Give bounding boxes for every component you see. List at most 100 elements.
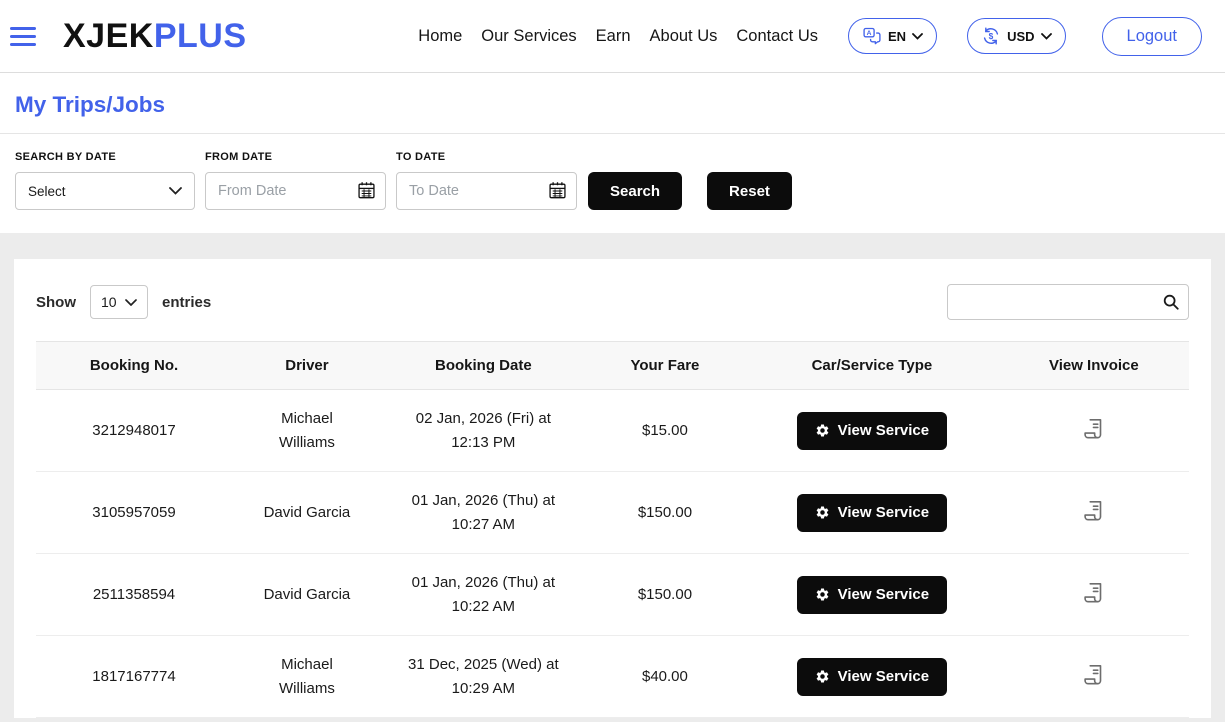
from-date-group: FROM DATE	[205, 151, 386, 210]
calendar-icon[interactable]	[356, 180, 377, 201]
to-date-group: TO DATE	[396, 151, 577, 210]
view-invoice-button[interactable]	[1079, 414, 1109, 447]
header-your-fare: Your Fare	[585, 342, 745, 390]
gear-icon	[815, 505, 830, 520]
language-dropdown[interactable]: A EN	[848, 18, 937, 54]
svg-text:A: A	[867, 30, 872, 37]
cell-booking-date: 02 Jan, 2026 (Fri) at 12:13 PM	[382, 390, 585, 472]
gear-icon	[815, 669, 830, 684]
chevron-down-icon	[125, 299, 137, 306]
nav-contact-us[interactable]: Contact Us	[736, 27, 818, 46]
translate-icon: A	[862, 26, 882, 46]
view-service-button[interactable]: View Service	[797, 658, 947, 696]
cell-invoice	[999, 472, 1189, 554]
cell-service: View Service	[745, 554, 999, 636]
view-invoice-button[interactable]	[1079, 660, 1109, 693]
cell-booking-date: 01 Jan, 2026 (Thu) at 10:27 AM	[382, 472, 585, 554]
cell-driver: Michael Williams	[232, 636, 382, 718]
view-service-button[interactable]: View Service	[797, 576, 947, 614]
view-service-label: View Service	[838, 504, 929, 521]
cell-invoice	[999, 636, 1189, 718]
header-booking-date: Booking Date	[382, 342, 585, 390]
invoice-receipt-icon	[1081, 580, 1107, 606]
main-nav: Home Our Services Earn About Us Contact …	[418, 17, 1202, 56]
cell-booking-no: 2511358594	[36, 554, 232, 636]
logo-text-xjek: XJEK	[63, 17, 154, 56]
cell-booking-no: 1817167774	[36, 636, 232, 718]
logo-text-plus: PLUS	[154, 17, 247, 56]
top-navigation-bar: XJEKPLUS Home Our Services Earn About Us…	[0, 0, 1225, 73]
cell-booking-date: 31 Dec, 2025 (Wed) at 10:29 AM	[382, 636, 585, 718]
table-search-input[interactable]	[947, 284, 1189, 320]
view-service-label: View Service	[838, 668, 929, 685]
nav-home[interactable]: Home	[418, 27, 462, 46]
to-date-label: TO DATE	[396, 151, 577, 163]
search-by-date-select[interactable]: Select	[15, 172, 195, 210]
chevron-down-icon	[1041, 33, 1052, 40]
svg-text:$: $	[989, 31, 994, 41]
search-by-date-label: SEARCH BY DATE	[15, 151, 195, 163]
cell-driver: David Garcia	[232, 554, 382, 636]
cell-booking-no: 3212948017	[36, 390, 232, 472]
page-title-section: My Trips/Jobs	[0, 73, 1225, 134]
search-icon	[1162, 293, 1180, 311]
currency-exchange-icon: $	[981, 26, 1001, 46]
view-service-button[interactable]: View Service	[797, 494, 947, 532]
cell-invoice	[999, 390, 1189, 472]
header-car-service-type: Car/Service Type	[745, 342, 999, 390]
chevron-down-icon	[169, 187, 182, 195]
search-by-date-selected-value: Select	[28, 184, 66, 199]
search-by-date-group: SEARCH BY DATE Select	[15, 151, 195, 210]
page-size-value: 10	[101, 294, 117, 310]
hamburger-menu-icon[interactable]	[10, 27, 36, 46]
invoice-receipt-icon	[1081, 416, 1107, 442]
gear-icon	[815, 587, 830, 602]
from-date-label: FROM DATE	[205, 151, 386, 163]
cell-invoice	[999, 554, 1189, 636]
logout-button[interactable]: Logout	[1102, 17, 1202, 56]
cell-service: View Service	[745, 390, 999, 472]
cell-booking-no: 3105957059	[36, 472, 232, 554]
currency-dropdown[interactable]: $ USD	[967, 18, 1065, 54]
reset-button[interactable]: Reset	[707, 172, 792, 210]
table-row: 2511358594 David Garcia 01 Jan, 2026 (Th…	[36, 554, 1189, 636]
table-header-row: Booking No. Driver Booking Date Your Far…	[36, 342, 1189, 390]
trips-table-card: Show 10 entries Booking No. Driver Booki…	[14, 259, 1211, 718]
nav-earn[interactable]: Earn	[596, 27, 631, 46]
invoice-receipt-icon	[1081, 662, 1107, 688]
calendar-icon[interactable]	[547, 180, 568, 201]
view-invoice-button[interactable]	[1079, 578, 1109, 611]
nav-our-services[interactable]: Our Services	[481, 27, 576, 46]
search-button[interactable]: Search	[588, 172, 682, 210]
view-invoice-button[interactable]	[1079, 496, 1109, 529]
trips-table: Booking No. Driver Booking Date Your Far…	[36, 341, 1189, 718]
gear-icon	[815, 423, 830, 438]
table-row: 1817167774 Michael Williams 31 Dec, 2025…	[36, 636, 1189, 718]
view-service-label: View Service	[838, 422, 929, 439]
cell-fare: $150.00	[585, 472, 745, 554]
trip-filters: SEARCH BY DATE Select FROM DATE TO DATE	[0, 134, 1225, 233]
header-booking-no: Booking No.	[36, 342, 232, 390]
header-driver: Driver	[232, 342, 382, 390]
cell-driver: Michael Williams	[232, 390, 382, 472]
language-value: EN	[888, 29, 906, 44]
cell-fare: $15.00	[585, 390, 745, 472]
cell-driver: David Garcia	[232, 472, 382, 554]
cell-booking-date: 01 Jan, 2026 (Thu) at 10:22 AM	[382, 554, 585, 636]
cell-service: View Service	[745, 636, 999, 718]
header-view-invoice: View Invoice	[999, 342, 1189, 390]
invoice-receipt-icon	[1081, 498, 1107, 524]
table-row: 3105957059 David Garcia 01 Jan, 2026 (Th…	[36, 472, 1189, 554]
nav-about-us[interactable]: About Us	[650, 27, 718, 46]
table-row: 3212948017 Michael Williams 02 Jan, 2026…	[36, 390, 1189, 472]
content-area: Show 10 entries Booking No. Driver Booki…	[0, 233, 1225, 718]
page-title: My Trips/Jobs	[15, 92, 1210, 118]
view-service-label: View Service	[838, 586, 929, 603]
view-service-button[interactable]: View Service	[797, 412, 947, 450]
currency-value: USD	[1007, 29, 1034, 44]
cell-fare: $40.00	[585, 636, 745, 718]
app-logo[interactable]: XJEKPLUS	[63, 17, 247, 56]
page-size-select[interactable]: 10	[90, 285, 148, 319]
cell-service: View Service	[745, 472, 999, 554]
table-controls: Show 10 entries	[36, 284, 1189, 320]
